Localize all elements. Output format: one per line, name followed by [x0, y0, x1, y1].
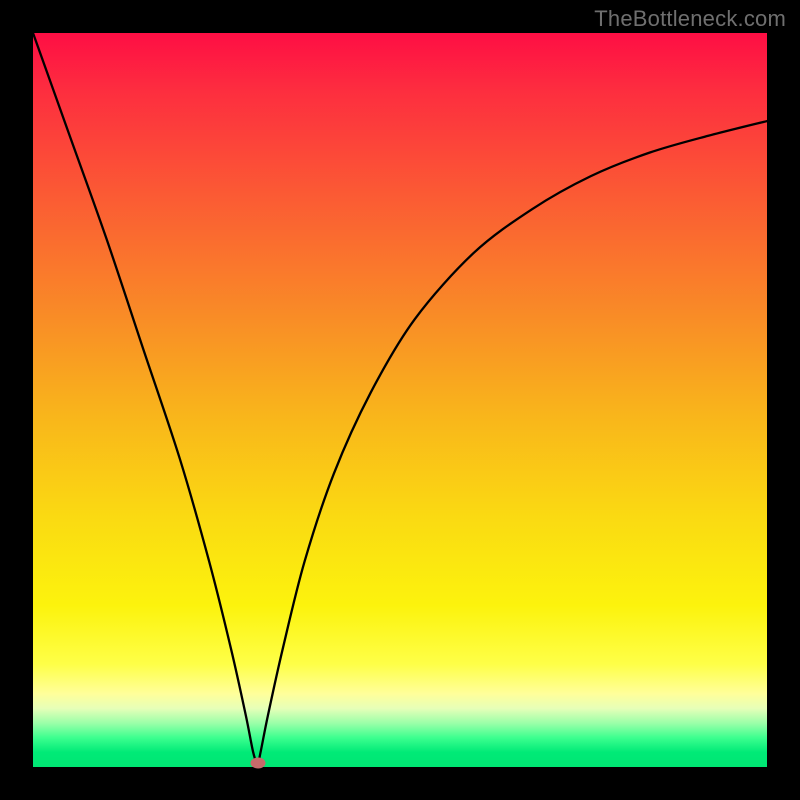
watermark-text: TheBottleneck.com [594, 6, 786, 32]
bottleneck-curve [33, 33, 767, 767]
plot-area [33, 33, 767, 767]
chart-frame: TheBottleneck.com [0, 0, 800, 800]
optimal-point-marker [250, 758, 265, 769]
